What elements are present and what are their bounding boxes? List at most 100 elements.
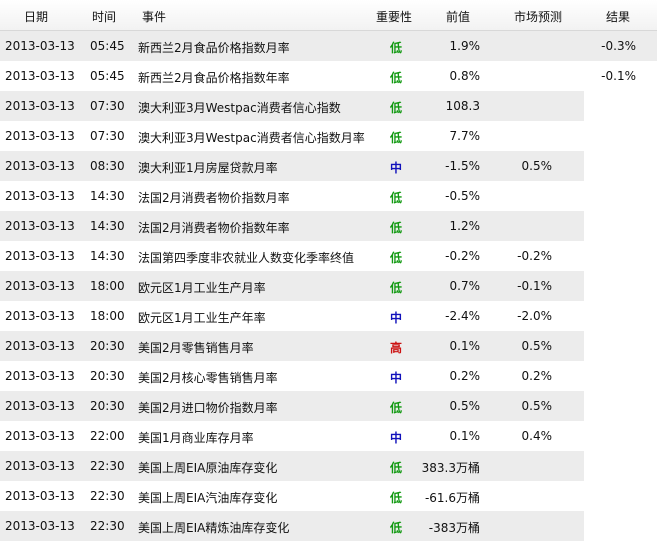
cell-event: 法国2月消费者物价指数年率 bbox=[138, 221, 290, 235]
cell-event: 美国上周EIA原油库存变化 bbox=[138, 461, 278, 475]
table-row[interactable]: 2013-03-13 18:00 欧元区1月工业生产年率 中 -2.4% -2.0% bbox=[0, 301, 657, 331]
cell-time: 07:30 bbox=[90, 99, 125, 113]
cell-event: 法国第四季度非农就业人数变化季率终值 bbox=[138, 251, 355, 265]
table-row[interactable]: 2013-03-13 05:45 新西兰2月食品价格指数月率 低 1.9% -0.3% bbox=[0, 31, 657, 61]
cell-time: 14:30 bbox=[90, 219, 125, 233]
cell-date: 2013-03-13 bbox=[5, 519, 75, 533]
result-column-blank bbox=[584, 181, 657, 211]
cell-event: 新西兰2月食品价格指数月率 bbox=[138, 41, 290, 55]
table-row[interactable]: 2013-03-13 20:30 美国2月零售销售月率 高 0.1% 0.5% bbox=[0, 331, 657, 361]
cell-previous: -0.2% bbox=[445, 249, 480, 263]
result-column-blank bbox=[584, 271, 657, 301]
cell-time: 20:30 bbox=[90, 399, 125, 413]
cell-forecast: 0.5% bbox=[521, 339, 553, 353]
result-column-blank bbox=[584, 481, 657, 511]
cell-previous: 0.1% bbox=[449, 429, 481, 443]
cell-time: 22:30 bbox=[90, 459, 125, 473]
result-column-blank bbox=[584, 121, 657, 151]
result-column-blank bbox=[584, 91, 657, 121]
cell-forecast: 0.4% bbox=[521, 429, 553, 443]
table-row[interactable]: 2013-03-13 22:30 美国上周EIA汽油库存变化 低 -61.6万桶 bbox=[0, 481, 657, 511]
cell-event: 法国2月消费者物价指数月率 bbox=[138, 191, 290, 205]
cell-forecast: 0.5% bbox=[521, 159, 553, 173]
cell-event: 澳大利亚3月Westpac消费者信心指数 bbox=[138, 101, 341, 115]
cell-previous: 0.1% bbox=[449, 339, 481, 353]
header-previous: 前值 bbox=[446, 10, 471, 24]
table-row[interactable]: 2013-03-13 18:00 欧元区1月工业生产月率 低 0.7% -0.1% bbox=[0, 271, 657, 301]
cell-forecast: 0.2% bbox=[521, 369, 553, 383]
table-row[interactable]: 2013-03-13 14:30 法国2月消费者物价指数年率 低 1.2% bbox=[0, 211, 657, 241]
table-body: 2013-03-13 05:45 新西兰2月食品价格指数月率低 1.9% -0.3% 20… bbox=[0, 31, 657, 541]
cell-time: 07:30 bbox=[90, 129, 125, 143]
cell-date: 2013-03-13 bbox=[5, 249, 75, 263]
cell-time: 08:30 bbox=[90, 159, 125, 173]
header-result: 结果 bbox=[606, 10, 631, 24]
cell-time: 18:00 bbox=[90, 309, 125, 323]
cell-event: 美国上周EIA汽油库存变化 bbox=[138, 491, 278, 505]
cell-previous: -1.5% bbox=[445, 159, 480, 173]
cell-time: 22:00 bbox=[90, 429, 125, 443]
cell-importance: 低 bbox=[389, 521, 402, 535]
cell-event: 欧元区1月工业生产年率 bbox=[138, 311, 266, 325]
cell-date: 2013-03-13 bbox=[5, 129, 75, 143]
header-forecast: 市场预测 bbox=[514, 10, 563, 24]
cell-importance: 低 bbox=[389, 191, 402, 205]
table-row[interactable]: 2013-03-13 05:45 新西兰2月食品价格指数年率 低 0.8% -0.1% bbox=[0, 61, 657, 91]
cell-importance: 低 bbox=[389, 131, 402, 145]
cell-time: 22:30 bbox=[90, 489, 125, 503]
cell-importance: 低 bbox=[389, 251, 402, 265]
cell-time: 05:45 bbox=[90, 69, 125, 83]
cell-event: 新西兰2月食品价格指数年率 bbox=[138, 71, 290, 85]
cell-previous: -61.6万桶 bbox=[424, 491, 480, 505]
cell-importance: 低 bbox=[389, 401, 402, 415]
cell-importance: 低 bbox=[389, 221, 402, 235]
cell-event: 澳大利亚3月Westpac消费者信心指数月率 bbox=[138, 131, 365, 145]
cell-time: 22:30 bbox=[90, 519, 125, 533]
result-column-blank bbox=[584, 361, 657, 391]
result-column-blank bbox=[584, 241, 657, 271]
table-row[interactable]: 2013-03-13 14:30 法国第四季度非农就业人数变化季率终值 低 -0.2% -… bbox=[0, 241, 657, 271]
table-row[interactable]: 2013-03-13 20:30 美国2月核心零售销售月率 中 0.2% 0.2% bbox=[0, 361, 657, 391]
cell-time: 14:30 bbox=[90, 249, 125, 263]
cell-previous: 0.2% bbox=[449, 369, 481, 383]
cell-previous: 108.3 bbox=[445, 99, 480, 113]
cell-date: 2013-03-13 bbox=[5, 369, 75, 383]
table-row[interactable]: 2013-03-13 07:30 澳大利亚3月Westpac消费者信心指数 低 108.… bbox=[0, 91, 657, 121]
table-row[interactable]: 2013-03-13 08:30 澳大利亚1月房屋贷款月率 中 -1.5% 0.5% bbox=[0, 151, 657, 181]
cell-importance: 中 bbox=[389, 161, 402, 175]
table-row[interactable]: 2013-03-13 14:30 法国2月消费者物价指数月率 低 -0.5% bbox=[0, 181, 657, 211]
cell-importance: 中 bbox=[389, 371, 402, 385]
cell-date: 2013-03-13 bbox=[5, 339, 75, 353]
cell-time: 05:45 bbox=[90, 39, 125, 53]
cell-importance: 高 bbox=[389, 341, 402, 355]
table-row[interactable]: 2013-03-13 22:30 美国上周EIA精炼油库存变化 低 -383万桶 bbox=[0, 511, 657, 541]
header-event: 事件 bbox=[142, 10, 167, 24]
result-column-blank bbox=[584, 301, 657, 331]
table-row[interactable]: 2013-03-13 07:30 澳大利亚3月Westpac消费者信心指数月率 低 7.… bbox=[0, 121, 657, 151]
cell-date: 2013-03-13 bbox=[5, 309, 75, 323]
cell-date: 2013-03-13 bbox=[5, 429, 75, 443]
cell-forecast: -0.2% bbox=[517, 249, 552, 263]
cell-date: 2013-03-13 bbox=[5, 99, 75, 113]
cell-importance: 低 bbox=[389, 491, 402, 505]
cell-forecast: 0.5% bbox=[521, 399, 553, 413]
cell-previous: 1.9% bbox=[449, 39, 481, 53]
cell-time: 20:30 bbox=[90, 339, 125, 353]
cell-event: 美国2月零售销售月率 bbox=[138, 341, 254, 355]
cell-date: 2013-03-13 bbox=[5, 489, 75, 503]
table-row[interactable]: 2013-03-13 22:00 美国1月商业库存月率 中 0.1% 0.4% bbox=[0, 421, 657, 451]
result-column-blank bbox=[584, 211, 657, 241]
cell-previous: 7.7% bbox=[449, 129, 481, 143]
cell-importance: 低 bbox=[389, 461, 402, 475]
cell-importance: 中 bbox=[389, 311, 402, 325]
cell-date: 2013-03-13 bbox=[5, 39, 75, 53]
table-row[interactable]: 2013-03-13 20:30 美国2月进口物价指数月率 低 0.5% 0.5% bbox=[0, 391, 657, 421]
result-column-blank bbox=[584, 511, 657, 541]
cell-importance: 中 bbox=[389, 431, 402, 445]
cell-event: 澳大利亚1月房屋贷款月率 bbox=[138, 161, 278, 175]
result-column-blank bbox=[584, 391, 657, 421]
cell-forecast: -2.0% bbox=[517, 309, 552, 323]
header-date: 日期 bbox=[24, 10, 49, 24]
table-row[interactable]: 2013-03-13 22:30 美国上周EIA原油库存变化 低 383.3万桶 bbox=[0, 451, 657, 481]
cell-previous: 0.8% bbox=[449, 69, 481, 83]
